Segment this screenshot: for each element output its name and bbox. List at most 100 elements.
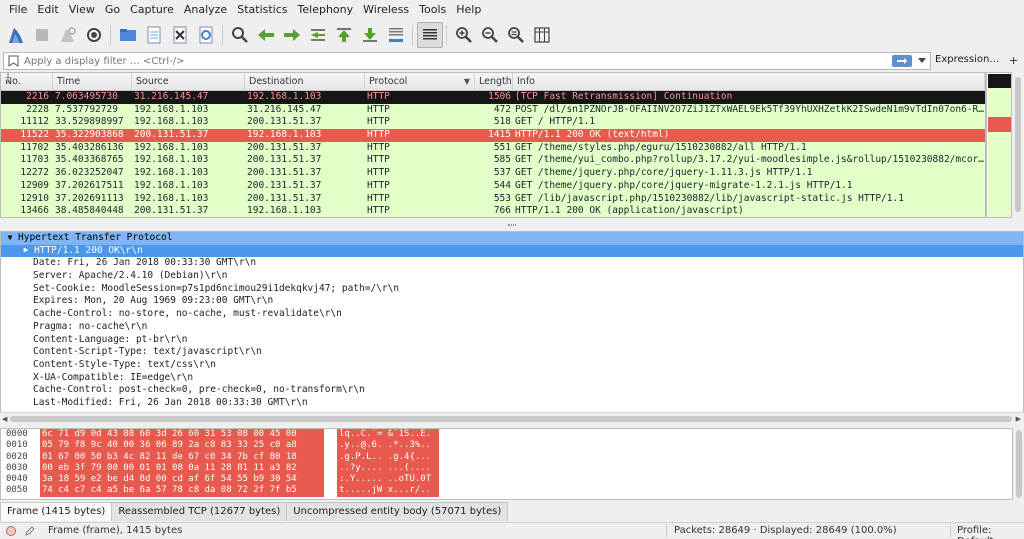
column-header-info[interactable]: Info — [513, 73, 985, 91]
detail-tree-item[interactable]: ▶ HTTP/1.1 200 OK\r\n — [1, 244, 1023, 258]
detail-tree-item[interactable]: Date: Fri, 26 Jan 2018 00:33:30 GMT\r\n — [1, 257, 1023, 270]
packet-row[interactable]: ┼ 11112 33.529898997 192.168.1.103 200.131.5… — [1, 73, 985, 130]
detail-tree-item[interactable]: Expires: Mon, 20 Aug 1969 09:23:00 GMT\r… — [1, 295, 1023, 308]
menu-help[interactable]: Help — [451, 3, 486, 16]
status-profile[interactable]: Profile: Default — [957, 525, 1024, 539]
detail-tree-item[interactable]: Server: Apache/2.4.10 (Debian)\r\n — [1, 270, 1023, 283]
ascii-bytes[interactable]: .y..@.6. .*..3%.. — [337, 440, 439, 452]
find-icon[interactable] — [227, 22, 253, 48]
shark-fin-icon[interactable] — [3, 22, 29, 48]
open-folder-icon[interactable] — [115, 22, 141, 48]
options-gear-icon[interactable] — [81, 22, 107, 48]
menu-capture[interactable]: Capture — [125, 3, 179, 16]
hex-bytes[interactable]: 00 eb 3f 79 00 00 01 01 08 0a 11 28 81 1… — [40, 462, 324, 475]
column-header-source[interactable]: Source — [132, 73, 245, 91]
menu-edit[interactable]: Edit — [32, 3, 63, 16]
colorize-icon[interactable] — [417, 22, 443, 48]
zoom-normal-icon[interactable] — [503, 22, 529, 48]
scroll-left-icon[interactable]: ◀ — [2, 415, 7, 423]
resize-columns-icon[interactable] — [529, 22, 555, 48]
menu-telephony[interactable]: Telephony — [293, 3, 359, 16]
packet-row[interactable]: │ 11702 35.403286136 192.168.1.103 200.131.5… — [1, 73, 985, 155]
hex-bytes[interactable]: 01 67 00 50 b3 4c 82 11 de 67 c0 34 7b c… — [40, 451, 324, 463]
tab-reassembled-tcp[interactable]: Reassembled TCP (12677 bytes) — [111, 502, 288, 521]
detail-tree-item[interactable]: X-UA-Compatible: IE=edge\r\n — [1, 372, 1023, 385]
scrollbar-thumb[interactable] — [10, 416, 1012, 422]
display-filter-input[interactable] — [24, 53, 892, 69]
apply-filter-arrow-icon[interactable] — [892, 55, 912, 67]
restart-icon[interactable] — [55, 22, 81, 48]
packet-row[interactable]: │ 13466 38.485840448 200.131.51.37 192.168.1… — [1, 73, 985, 217]
back-arrow-icon[interactable] — [253, 22, 279, 48]
detail-tree-item[interactable]: Content-Language: pt-br\r\n — [1, 334, 1023, 347]
bookmark-icon[interactable] — [7, 55, 20, 67]
go-to-packet-icon[interactable] — [305, 22, 331, 48]
detail-tree-item[interactable]: Set-Cookie: MoodleSession=p7s1pd6ncimou2… — [1, 283, 1023, 296]
ascii-bytes[interactable]: lq..C.`= &`1S..E. — [337, 429, 439, 441]
hex-bytes[interactable]: 6c 71 d9 0d 43 88 60 3d 26 60 31 53 08 0… — [40, 429, 324, 441]
detail-tree-item[interactable]: ▼ Hypertext Transfer Protocol — [1, 232, 1023, 245]
column-header-length[interactable]: Length — [475, 73, 513, 91]
detail-tree-item[interactable]: Content-Style-Type: text/css\r\n — [1, 359, 1023, 372]
column-header-destination[interactable]: Destination — [245, 73, 365, 91]
packet-destination-cell: 200.131.51.37 — [247, 154, 322, 166]
ascii-bytes[interactable]: ..?y.... ...(.... — [337, 462, 439, 475]
pane-splitter-top[interactable] — [0, 219, 1024, 231]
packet-row[interactable]: ← 11522 35.322903868 200.131.51.37 192.168.1… — [1, 73, 985, 142]
add-filter-button[interactable]: + — [1009, 54, 1018, 67]
detail-tree-item[interactable]: Pragma: no-cache\r\n — [1, 321, 1023, 334]
ascii-bytes[interactable]: .g.P.L.. .g.4{... — [337, 451, 439, 463]
filter-dropdown-icon[interactable] — [916, 53, 928, 69]
menu-wireless[interactable]: Wireless — [358, 3, 414, 16]
packet-row[interactable]: │ 12272 36.023252047 192.168.1.103 200.131.5… — [1, 73, 985, 180]
detail-tree-item[interactable]: Last-Modified: Fri, 26 Jan 2018 00:33:30… — [1, 397, 1023, 410]
detail-tree-item[interactable]: Content-Script-Type: text/javascript\r\n — [1, 346, 1023, 359]
packet-source-cell: 31.216.145.47 — [134, 91, 209, 102]
save-file-icon[interactable] — [141, 22, 167, 48]
hex-bytes[interactable]: 05 79 f8 9c 40 00 36 06 89 2a c8 83 33 2… — [40, 440, 324, 452]
detail-tree-item[interactable]: Cache-Control: post-check=0, pre-check=0… — [1, 384, 1023, 397]
packet-row[interactable]: │ 11703 35.403368765 192.168.1.103 200.131.5… — [1, 73, 985, 168]
ascii-bytes[interactable]: t.....jW x...r/.. — [337, 485, 439, 497]
packet-row[interactable]: │ 12909 37.202617511 192.168.1.103 200.131.5… — [1, 73, 985, 193]
close-file-icon[interactable] — [167, 22, 193, 48]
detail-tree-item[interactable]: Cache-Control: no-store, no-cache, must-… — [1, 308, 1023, 321]
packet-row[interactable]: 2216 7.063495730 31.216.145.47 192.168.1.10… — [1, 91, 985, 104]
first-packet-icon[interactable] — [331, 22, 357, 48]
reload-icon[interactable] — [193, 22, 219, 48]
hex-bytes[interactable]: 3a 18 59 e2 be d4 8d 00 cd af 6f 54 55 b… — [40, 474, 324, 486]
stop-icon[interactable] — [29, 22, 55, 48]
packet-row[interactable]: │ 12910 37.202691113 192.168.1.103 200.131.5… — [1, 73, 985, 206]
tab-frame[interactable]: Frame (1415 bytes) — [0, 502, 113, 521]
menu-go[interactable]: Go — [100, 3, 125, 16]
hex-bytes[interactable]: 74 c4 c7 c4 a5 be 6a 57 78 c8 da 08 72 2… — [40, 485, 324, 497]
zoom-out-icon[interactable] — [477, 22, 503, 48]
scroll-right-icon[interactable]: ▶ — [1016, 415, 1021, 423]
ascii-bytes[interactable]: :.Y..... ..oTU.0T — [337, 474, 439, 486]
zoom-in-icon[interactable] — [451, 22, 477, 48]
scrollbar-thumb[interactable] — [1016, 430, 1022, 498]
auto-scroll-icon[interactable] — [383, 22, 409, 48]
column-header-time[interactable]: Time — [53, 73, 132, 91]
packet-minimap[interactable] — [986, 72, 1012, 218]
menu-analyze[interactable]: Analyze — [179, 3, 232, 16]
forward-arrow-icon[interactable] — [279, 22, 305, 48]
column-header-protocol[interactable]: Protocol ▼ — [365, 73, 475, 91]
menu-file[interactable]: File — [4, 3, 32, 16]
bytes-scrollbar[interactable] — [1013, 428, 1024, 500]
menu-statistics[interactable]: Statistics — [232, 3, 292, 16]
expression-button[interactable]: Expression… — [935, 54, 999, 65]
edit-comment-icon[interactable] — [24, 525, 36, 537]
expanded-arrow-icon[interactable]: ▼ — [5, 232, 15, 244]
conversation-marker: │ — [5, 73, 11, 84]
tab-uncompressed-entity[interactable]: Uncompressed entity body (57071 bytes) — [286, 502, 509, 521]
scrollbar-thumb[interactable] — [1015, 77, 1021, 212]
last-packet-icon[interactable] — [357, 22, 383, 48]
menu-tools[interactable]: Tools — [414, 3, 451, 16]
collapsed-arrow-icon[interactable]: ▶ — [21, 245, 31, 257]
packet-list-scrollbar[interactable] — [1012, 72, 1024, 218]
expert-info-icon[interactable] — [6, 526, 16, 536]
menu-view[interactable]: View — [64, 3, 100, 16]
packet-row[interactable]: 2228 7.537792729 192.168.1.103 31.216.145.4… — [1, 103, 985, 117]
details-horizontal-scrollbar[interactable]: ◀ ▶ — [0, 412, 1024, 424]
